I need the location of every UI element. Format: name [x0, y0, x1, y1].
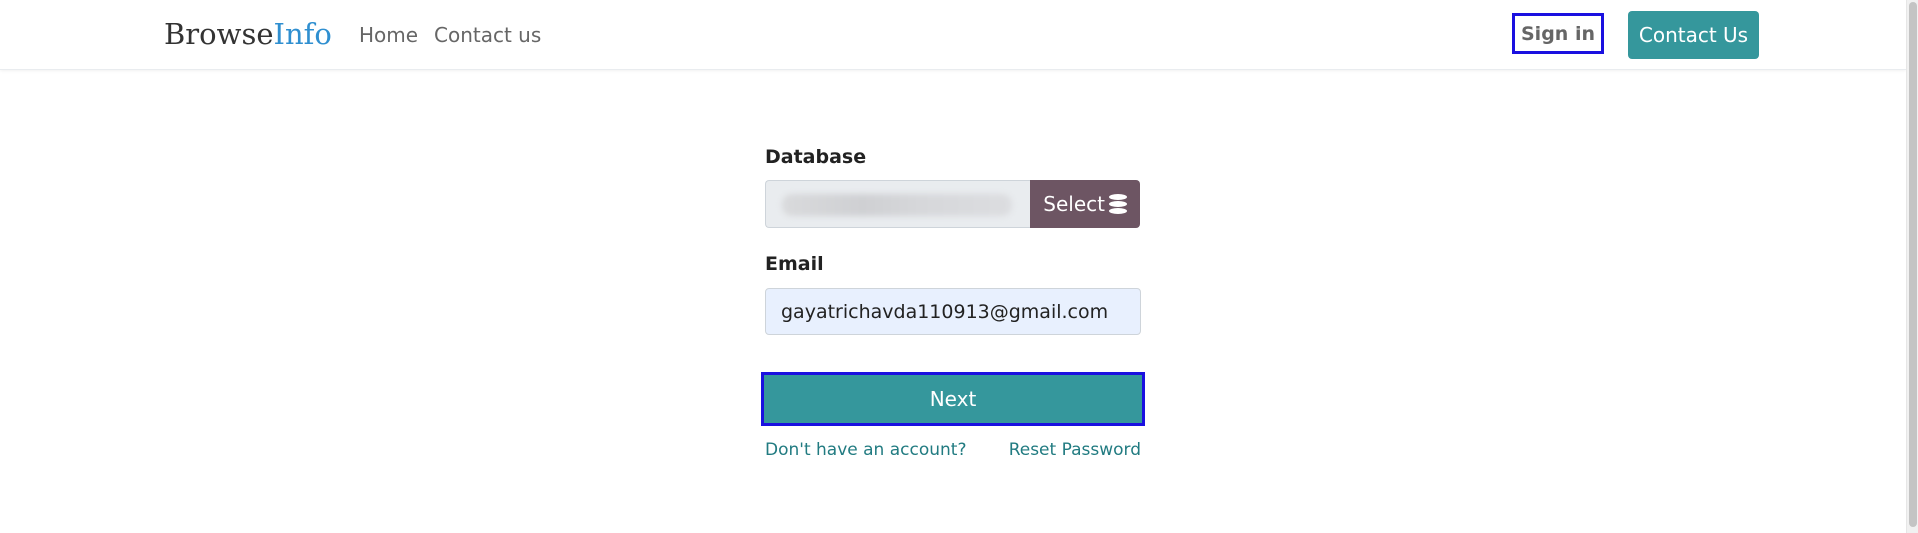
page-scrollbar[interactable]	[1906, 0, 1918, 533]
database-field[interactable]	[765, 180, 1031, 228]
top-navbar: BrowseInfo Home Contact us Sign in Conta…	[0, 0, 1906, 70]
database-input-group: Select	[765, 180, 1140, 228]
next-button[interactable]: Next	[761, 372, 1145, 426]
page: BrowseInfo Home Contact us Sign in Conta…	[0, 0, 1918, 533]
email-field[interactable]	[765, 288, 1141, 335]
nav-contact-link[interactable]: Contact us	[434, 22, 541, 48]
signup-link[interactable]: Don't have an account?	[765, 440, 966, 460]
email-label: Email	[765, 253, 824, 275]
sign-in-link[interactable]: Sign in	[1512, 13, 1604, 54]
database-label: Database	[765, 146, 867, 168]
logo-text-info: Info	[273, 17, 332, 51]
select-button-label: Select	[1043, 192, 1105, 216]
reset-password-link[interactable]: Reset Password	[1009, 440, 1141, 460]
database-value-redacted	[782, 194, 1012, 216]
scrollbar-thumb[interactable]	[1909, 2, 1917, 527]
logo[interactable]: BrowseInfo	[164, 14, 332, 54]
nav-home-link[interactable]: Home	[359, 22, 418, 48]
contact-us-button[interactable]: Contact Us	[1628, 11, 1759, 59]
database-icon	[1109, 194, 1127, 214]
database-select-button[interactable]: Select	[1030, 180, 1140, 228]
logo-text-browse: Browse	[164, 17, 274, 51]
